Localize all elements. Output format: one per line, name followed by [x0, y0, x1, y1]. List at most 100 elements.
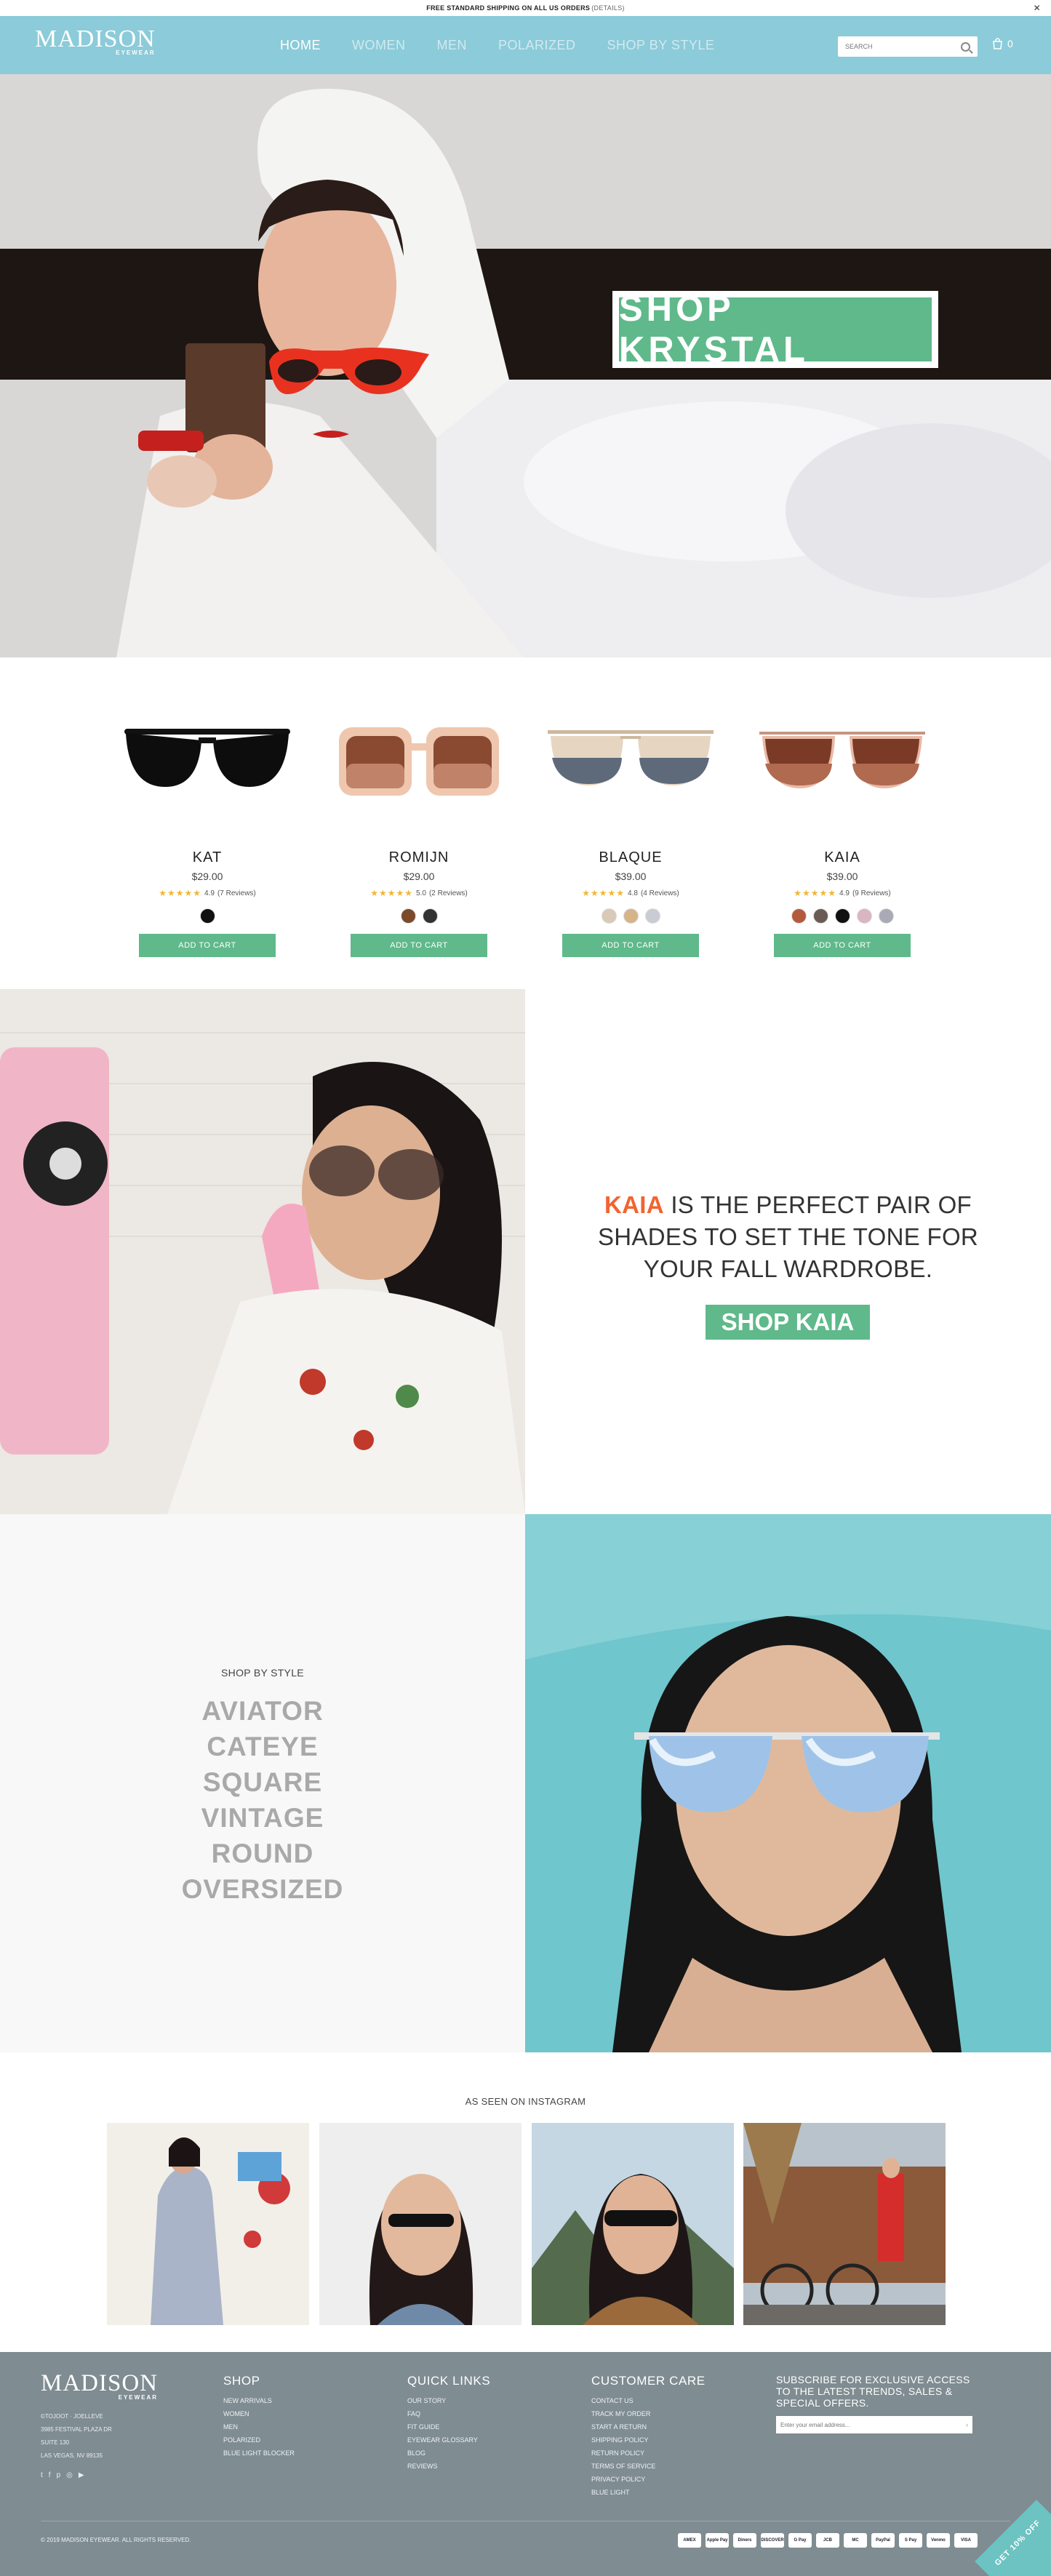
instagram-icon[interactable]: ◎ — [66, 2471, 73, 2479]
product-price: $29.00 — [191, 871, 223, 882]
add-to-cart-button[interactable]: ADD TO CART — [562, 934, 699, 957]
newsletter-email-input[interactable] — [780, 2421, 966, 2428]
product-rating: ★★★★★ 4.8 (4 Reviews) — [543, 888, 718, 898]
footer-link[interactable]: EYEWEAR GLOSSARY — [407, 2433, 490, 2447]
logo[interactable]: MADISON EYEWEAR — [35, 27, 156, 57]
instagram-image — [107, 2123, 309, 2325]
style-link-oversized[interactable]: OVERSIZED — [0, 1871, 525, 1907]
color-swatches — [755, 908, 930, 924]
color-swatch[interactable] — [623, 908, 639, 924]
shop-krystal-button[interactable]: SHOP KRYSTAL — [612, 289, 938, 369]
style-link-cateye[interactable]: CATEYE — [0, 1729, 525, 1764]
footer-link[interactable]: CONTACT US — [591, 2394, 706, 2407]
footer-link[interactable]: MEN — [223, 2420, 295, 2433]
footer-link[interactable]: PRIVACY POLICY — [591, 2473, 706, 2486]
style-image — [525, 1514, 1051, 2052]
color-swatch[interactable] — [856, 908, 872, 924]
product-name[interactable]: KAIA — [755, 849, 930, 866]
footer-link[interactable]: SHIPPING POLICY — [591, 2433, 706, 2447]
footer-link[interactable]: NEW ARRIVALS — [223, 2394, 295, 2407]
pinterest-icon[interactable]: p — [57, 2471, 61, 2479]
product-name[interactable]: BLAQUE — [543, 849, 718, 866]
footer-link[interactable]: POLARIZED — [223, 2433, 295, 2447]
add-to-cart-button[interactable]: ADD TO CART — [351, 934, 487, 957]
instagram-tile[interactable] — [107, 2123, 309, 2325]
style-photo[interactable] — [525, 1514, 1051, 2052]
footer-link[interactable]: TERMS OF SERVICE — [591, 2460, 706, 2473]
product-price: $29.00 — [403, 871, 435, 882]
instagram-image — [532, 2123, 734, 2325]
submit-arrow-icon[interactable]: › — [966, 2421, 968, 2428]
nav-home[interactable]: HOME — [280, 38, 321, 53]
newsletter-title: SUBSCRIBE FOR EXCLUSIVE ACCESS TO THE LA… — [776, 2374, 970, 2409]
search-input[interactable] — [845, 43, 961, 50]
instagram-tile[interactable] — [532, 2123, 734, 2325]
facebook-icon[interactable]: f — [49, 2471, 51, 2479]
kaia-feature: KAIA IS THE PERFECT PAIR OF SHADES TO SE… — [0, 989, 1051, 1514]
nav-women[interactable]: WOMEN — [352, 38, 406, 53]
review-count[interactable]: (7 Reviews) — [217, 889, 256, 897]
style-link-vintage[interactable]: VINTAGE — [0, 1800, 525, 1836]
instagram-tile[interactable] — [743, 2123, 946, 2325]
product-name[interactable]: KAT — [120, 849, 295, 866]
twitter-icon[interactable]: t — [41, 2471, 43, 2479]
color-swatch[interactable] — [834, 908, 850, 924]
nav-polarized[interactable]: POLARIZED — [498, 38, 576, 53]
color-swatch[interactable] — [878, 908, 894, 924]
footer-link[interactable]: BLUE LIGHT BLOCKER — [223, 2447, 295, 2460]
announcement-details-link[interactable]: (DETAILS) — [591, 4, 625, 12]
product-card[interactable]: KAIA $39.00 ★★★★★ 4.9 (9 Reviews) ADD TO… — [755, 713, 930, 957]
footer-link[interactable]: OUR STORY — [407, 2394, 490, 2407]
style-link-round[interactable]: ROUND — [0, 1836, 525, 1871]
nav-men[interactable]: MEN — [437, 38, 468, 53]
color-swatch[interactable] — [422, 908, 438, 924]
kaia-photo[interactable] — [0, 989, 525, 1514]
style-link-square[interactable]: SQUARE — [0, 1764, 525, 1800]
color-swatch[interactable] — [644, 908, 660, 924]
footer-link[interactable]: FAQ — [407, 2407, 490, 2420]
footer-logo-main: MADISON — [41, 2370, 159, 2396]
footer-link[interactable]: START A RETURN — [591, 2420, 706, 2433]
product-name[interactable]: ROMIJN — [332, 849, 506, 866]
style-menu-panel: SHOP BY STYLE AVIATOR CATEYE SQUARE VINT… — [0, 1514, 525, 2052]
site-footer: MADISON EYEWEAR ©TOJOOT · JOELLEVE 3985 … — [0, 2352, 1051, 2576]
nav-shop-by-style[interactable]: SHOP BY STYLE — [607, 38, 715, 53]
add-to-cart-button[interactable]: ADD TO CART — [139, 934, 276, 957]
promo-corner-badge[interactable]: GET 10% OFF — [975, 2500, 1051, 2576]
footer-link[interactable]: REVIEWS — [407, 2460, 490, 2473]
footer-link[interactable]: RETURN POLICY — [591, 2447, 706, 2460]
footer-link[interactable]: FIT GUIDE — [407, 2420, 490, 2433]
review-count[interactable]: (4 Reviews) — [641, 889, 679, 897]
product-image[interactable] — [332, 713, 506, 807]
product-card[interactable]: ROMIJN $29.00 ★★★★★ 5.0 (2 Reviews) ADD … — [332, 713, 506, 957]
product-image[interactable] — [755, 713, 930, 807]
color-swatch[interactable] — [791, 908, 807, 924]
product-image[interactable] — [543, 713, 718, 807]
review-count[interactable]: (9 Reviews) — [852, 889, 891, 897]
color-swatch[interactable] — [812, 908, 828, 924]
youtube-icon[interactable]: ▶ — [79, 2471, 84, 2479]
color-swatches — [543, 908, 718, 924]
instagram-tile[interactable] — [319, 2123, 521, 2325]
footer-link[interactable]: TRACK MY ORDER — [591, 2407, 706, 2420]
shop-kaia-button[interactable]: SHOP KAIA — [706, 1305, 870, 1340]
footer-link[interactable]: BLOG — [407, 2447, 490, 2460]
address-line: 3985 FESTIVAL PLAZA DR — [41, 2426, 112, 2433]
hero-banner[interactable]: SHOP KRYSTAL — [0, 74, 1051, 657]
footer-logo[interactable]: MADISON EYEWEAR — [41, 2372, 158, 2401]
close-icon[interactable]: ✕ — [1034, 3, 1041, 13]
style-link-aviator[interactable]: AVIATOR — [0, 1693, 525, 1729]
add-to-cart-button[interactable]: ADD TO CART — [774, 934, 911, 957]
product-card[interactable]: KAT $29.00 ★★★★★ 4.9 (7 Reviews) ADD TO … — [120, 713, 295, 957]
review-count[interactable]: (2 Reviews) — [429, 889, 468, 897]
cart-button[interactable]: 0 — [992, 38, 1013, 49]
search-icon[interactable] — [961, 41, 970, 52]
footer-link[interactable]: WOMEN — [223, 2407, 295, 2420]
color-swatch[interactable] — [601, 908, 617, 924]
address-line: SUITE 130 — [41, 2439, 70, 2446]
product-image[interactable] — [120, 713, 295, 807]
product-card[interactable]: BLAQUE $39.00 ★★★★★ 4.8 (4 Reviews) ADD … — [543, 713, 718, 957]
footer-link[interactable]: BLUE LIGHT — [591, 2486, 706, 2499]
color-swatch[interactable] — [199, 908, 215, 924]
color-swatch[interactable] — [400, 908, 416, 924]
